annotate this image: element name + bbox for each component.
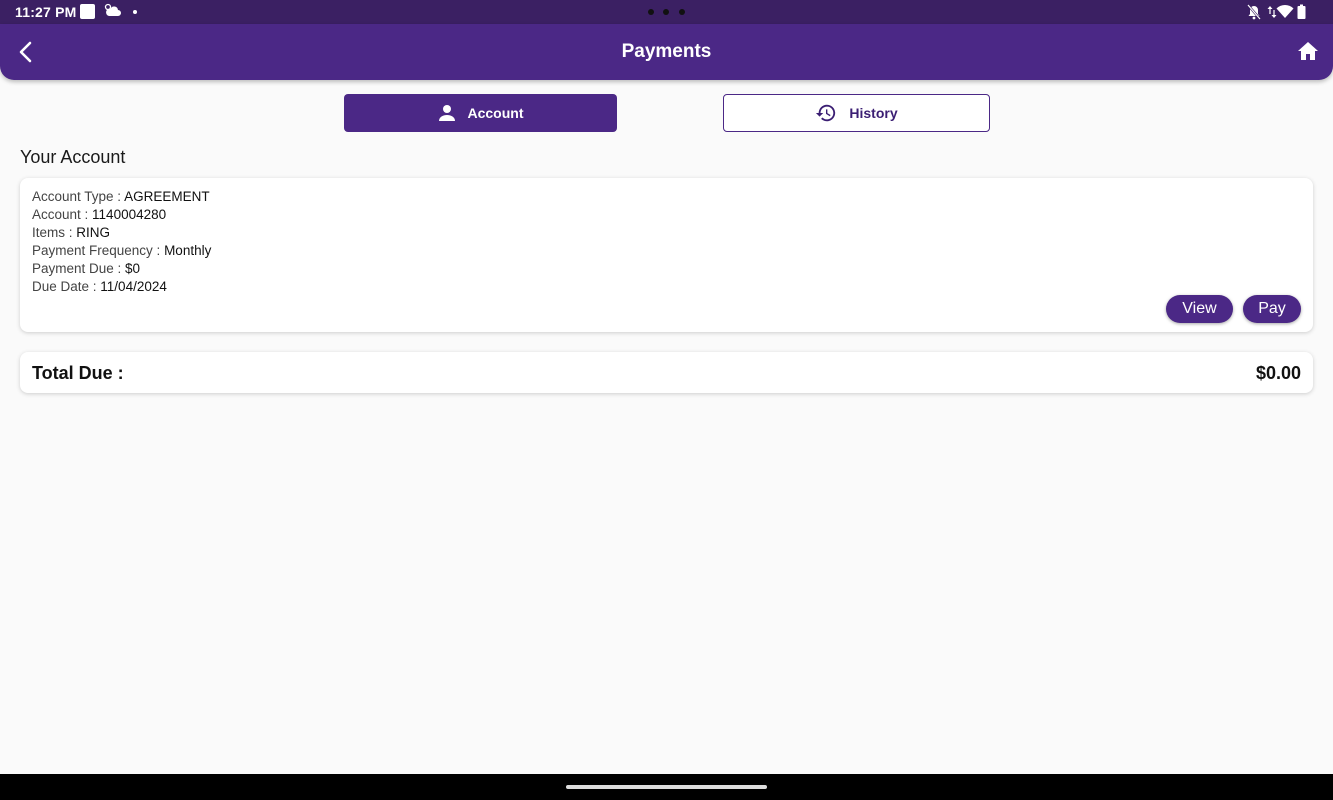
battery-icon [1297,4,1306,23]
home-icon[interactable] [1297,40,1319,67]
person-icon [438,105,455,121]
notification-square-icon [80,4,95,19]
items-label: Items : [32,225,77,240]
tab-history-label: History [849,105,898,121]
due-date-row: Due Date : 11/04/2024 [32,278,211,296]
status-bar: 11:27 PM [0,0,1333,24]
account-type-value: AGREEMENT [124,189,210,204]
page-title: Payments [621,41,712,62]
payment-due-label: Payment Due : [32,261,126,276]
due-date-value: 11/04/2024 [100,279,167,294]
account-number-value: 1140004280 [92,207,167,222]
payment-frequency-label: Payment Frequency : [32,243,165,258]
account-type-row: Account Type : AGREEMENT [32,188,211,206]
tab-history[interactable]: History [723,94,990,132]
section-title: Your Account [20,147,126,167]
status-time: 11:27 PM [15,4,77,20]
items-row: Items : RING [32,224,211,242]
payment-frequency-row: Payment Frequency : Monthly [32,242,211,260]
dot-icon [133,10,137,14]
total-due-label: Total Due : [32,363,124,383]
system-nav-bar [0,774,1333,800]
account-card: Account Type : AGREEMENT Account : 11400… [20,178,1313,332]
home-gesture-handle[interactable] [566,785,767,789]
payment-due-value: $0 [125,261,141,276]
account-number-label: Account : [32,207,93,222]
payment-frequency-value: Monthly [164,243,212,258]
app-bar: Payments [0,24,1333,80]
items-value: RING [76,225,111,240]
bell-off-icon [1247,4,1261,23]
tab-account-label: Account [467,105,524,121]
view-button[interactable]: View [1166,295,1233,323]
wifi-icon [1276,4,1294,23]
camera-dot-icon [663,9,669,15]
payment-due-row: Payment Due : $0 [32,260,211,278]
total-due-value: $0.00 [1255,363,1301,383]
cloud-icon [104,3,122,22]
total-card: Total Due : $0.00 [20,352,1313,393]
due-date-label: Due Date : [32,279,101,294]
account-details: Account Type : AGREEMENT Account : 11400… [32,188,211,296]
pay-button[interactable]: Pay [1243,295,1301,323]
tab-account[interactable]: Account [344,94,617,132]
account-type-label: Account Type : [32,189,125,204]
account-number-row: Account : 1140004280 [32,206,211,224]
camera-dot-icon [679,9,685,15]
history-icon [816,104,836,122]
camera-dot-icon [648,9,654,15]
